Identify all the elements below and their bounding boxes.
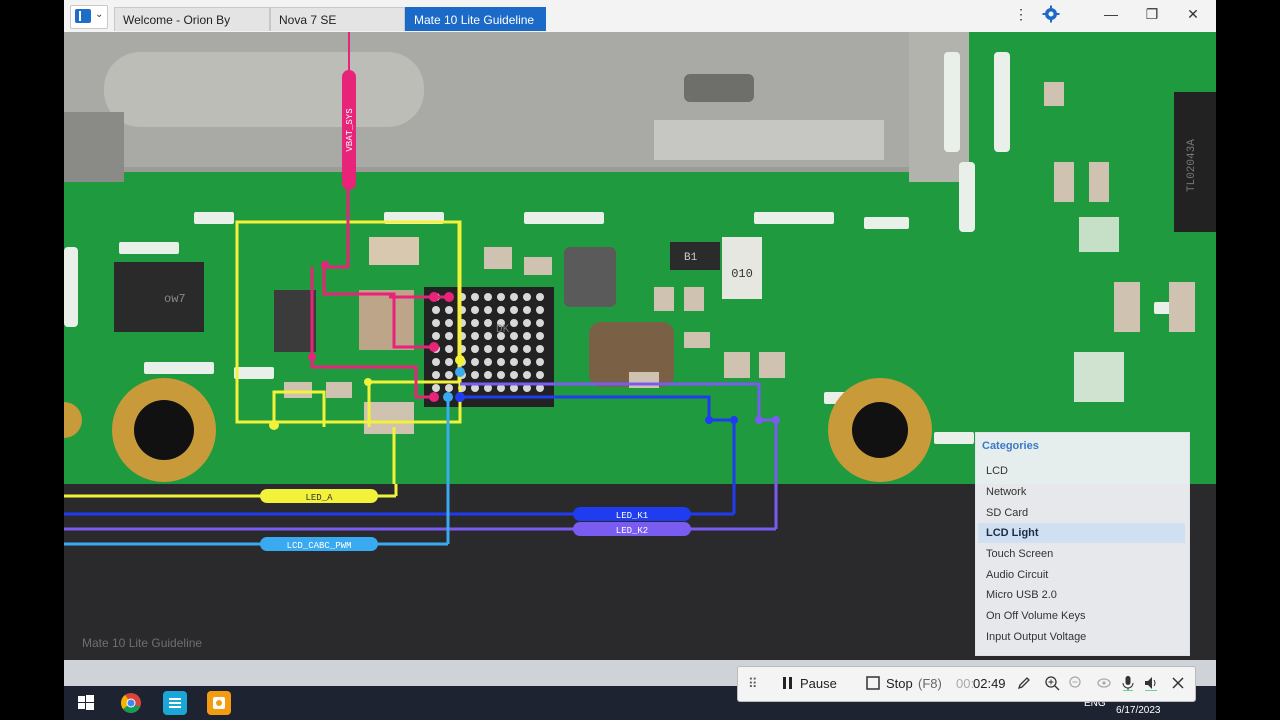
net-label-led-k1: LED_K1 [616,511,648,521]
restore-button[interactable]: ❐ [1135,2,1169,26]
right-letterbox [1216,0,1280,686]
close-button[interactable]: ✕ [1176,2,1210,26]
pcb-board-view[interactable]: 010 B1 ow7 TL02043A DK VBAT_SYS [64,32,1216,484]
pcb-graphic: 010 B1 ow7 TL02043A DK VBAT_SYS [64,32,1216,484]
pause-icon[interactable] [782,675,794,693]
net-label-vbat-sys: VBAT_SYS [345,108,355,151]
speaker-icon[interactable] [1143,675,1159,693]
pause-button[interactable]: Pause [800,675,837,693]
recording-timer: 02:49 [973,676,1006,691]
orion-app-icon[interactable] [163,691,187,715]
settings-gear-icon[interactable] [1034,2,1068,26]
zoom-in-icon[interactable] [1044,675,1060,693]
net-label-led-a: LED_A [305,493,333,503]
tab-welcome[interactable]: Welcome - Orion By ESTECH [114,7,270,51]
category-input-output-voltage[interactable]: Input Output Voltage [978,627,1185,647]
drag-handle-icon[interactable]: ⠿ [748,675,758,693]
category-audio-circuit[interactable]: Audio Circuit [978,565,1185,585]
net-label-lcd-cabc-pwm: LCD_CABC_PWM [287,541,352,551]
timer-prefix: 00: [956,676,975,691]
taskbar-date[interactable]: 6/17/2023 [1116,705,1161,716]
category-on-off-volume-keys[interactable]: On Off Volume Keys [978,606,1185,626]
close-recorder-icon[interactable] [1171,675,1185,693]
windows-start-icon[interactable] [74,691,98,715]
left-letterbox [0,0,64,686]
chip-label-dk: DK [496,324,510,336]
category-lcd-light[interactable]: LCD Light [978,523,1185,543]
pen-icon[interactable] [1016,675,1032,693]
webcam-icon[interactable] [1096,675,1112,693]
tab-bar: ⌄ Welcome - Orion By ESTECH Nova 7 SE HL… [64,0,1216,51]
net-label-led-k2: LED_K2 [616,526,648,536]
chevron-down-icon: ⌄ [95,9,104,20]
chip-label-tl0: TL02043A [1186,139,1198,192]
category-touch-screen[interactable]: Touch Screen [978,544,1185,564]
category-sd-card[interactable]: SD Card [978,503,1185,523]
stop-icon[interactable] [866,675,880,693]
stop-shortcut: (F8) [918,676,942,691]
tab-nova7se[interactable]: Nova 7 SE HL2CDYPM [270,7,405,51]
chip-label-010: 010 [731,267,753,281]
chrome-icon[interactable] [119,691,143,715]
chip-label-ow7: ow7 [164,292,186,306]
recorder-app-icon[interactable] [207,691,231,715]
category-micro-usb[interactable]: Micro USB 2.0 [978,585,1185,605]
categories-panel: Categories LCD Network SD Card LCD Light… [975,432,1190,656]
guideline-watermark: Mate 10 Lite Guideline [82,636,203,650]
zoom-out-icon[interactable] [1068,675,1084,693]
app-menu-button[interactable]: ⌄ [70,5,108,29]
minimize-button[interactable]: — [1094,2,1128,26]
tab-mate10lite[interactable]: Mate 10 Lite Guideline [405,7,546,31]
category-network[interactable]: Network [978,482,1185,502]
microphone-icon[interactable] [1120,675,1136,693]
screen-recorder-bar: ⠿ Pause Stop (F8) 00: 02:49 [737,666,1196,702]
app-logo-icon [75,9,91,23]
chip-label-b1: B1 [684,252,698,264]
more-menu-icon[interactable]: ⋮ [1004,2,1038,26]
categories-title: Categories [982,440,1039,452]
stop-button[interactable]: Stop [886,675,913,693]
category-lcd[interactable]: LCD [978,461,1185,481]
